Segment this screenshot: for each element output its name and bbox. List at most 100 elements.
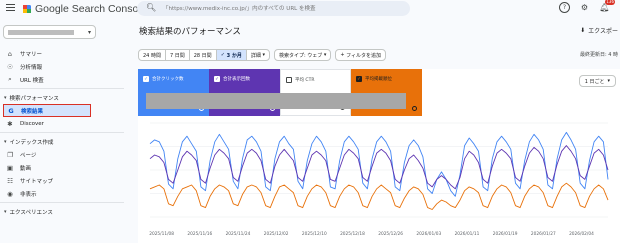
chevron-down-icon: ▾ — [87, 29, 91, 36]
page-title: 検索結果のパフォーマンス — [139, 27, 241, 37]
sidebar-item[interactable]: G 検索結果 — [3, 104, 91, 117]
sidebar-item[interactable]: ⌕ URL 検査 — [0, 73, 132, 86]
sidebar-nav: ⌂ サマリー ☉ 分析情報 ⌕ URL 検査 ▾ 検索パフォーマンス G 検索結果 ✱ Discove… — [0, 47, 132, 218]
redacted-values — [146, 93, 406, 109]
download-icon: ⬇ — [580, 27, 586, 34]
chip-24h[interactable]: 24 時間 — [138, 49, 166, 61]
series-line-2 — [149, 182, 609, 210]
chip-28d[interactable]: 28 日間 — [188, 49, 217, 61]
url-inspect-search[interactable]: 🔍︎ — [137, 1, 410, 16]
search-console-logo-icon — [22, 4, 32, 14]
sidebar-item[interactable]: ✱ Discover — [0, 117, 132, 130]
chip-7d[interactable]: 7 日間 — [164, 49, 190, 61]
checkbox-checked-icon: ✓ — [356, 76, 362, 82]
performance-card: ✓ 合計クリック数 ✓ 合計表示回数 平均 CTR ✓ 平均掲載順位 1 日ごと ▾ 2… — [138, 69, 620, 243]
metric-label: 合計表示回数 — [223, 77, 250, 82]
x-tick-label: 2025/11/24 — [226, 231, 251, 237]
sidebar-item-label: サマリー — [20, 51, 43, 58]
caret-down-icon: ▾ — [4, 94, 7, 101]
account-settings-icon[interactable]: ⚙ — [579, 2, 590, 13]
sidebar-item-label: 検索結果 — [21, 108, 44, 115]
property-name-redacted — [8, 30, 74, 35]
sidebar-divider — [0, 88, 124, 89]
x-tick-label: 2026/02/04 — [569, 231, 594, 237]
video-icon: ▣ — [6, 163, 14, 172]
asterisk-icon: ✱ — [7, 119, 13, 128]
chip-custom-label: 詳細 — [250, 52, 261, 59]
chip-custom[interactable]: 詳細 ▾ — [245, 49, 270, 61]
checkbox-checked-icon: ✓ — [214, 76, 220, 82]
x-tick-label: 2025/12/26 — [378, 231, 403, 237]
property-selector[interactable]: ▾ — [3, 25, 96, 39]
chevron-down-icon: ▾ — [260, 52, 265, 58]
x-tick-label: 2026/01/27 — [531, 231, 556, 237]
sidebar-item-label: ページ — [20, 152, 37, 159]
search-type-label: 検索タイプ: ウェブ — [278, 52, 323, 59]
home-icon: ⌂ — [7, 49, 13, 58]
chevron-down-icon: ▾ — [322, 52, 327, 58]
sidebar-item[interactable]: ◉ 非表示 — [0, 187, 132, 200]
sidebar-item[interactable]: ▣ 動画 — [0, 161, 132, 174]
sidebar-item-label: Discover — [20, 120, 44, 127]
sidebar-divider — [0, 132, 124, 133]
add-filter-button[interactable]: + フィルタを追加 — [335, 49, 387, 61]
chip-3m-label: 3 か月 — [226, 52, 242, 59]
page-icon: ❐ — [7, 150, 13, 159]
x-tick-label: 2026/01/03 — [416, 231, 441, 237]
last-updated: 最終更新日: 4 時 — [579, 52, 618, 58]
google-g-icon: G — [8, 106, 14, 115]
sitemap-icon: ☷ — [7, 176, 13, 185]
add-filter-label: フィルタを追加 — [346, 52, 382, 59]
chip-3m[interactable]: ✓ 3 か月 — [215, 49, 247, 61]
notifications-icon[interactable]: 🔔︎ 136 — [599, 0, 615, 13]
checkbox-checked-icon: ✓ — [143, 76, 149, 82]
export-button[interactable]: ⬇ エクスポー — [580, 26, 618, 35]
period-select[interactable]: 1 日ごと ▾ — [578, 75, 616, 87]
help-icon[interactable]: ? — [559, 2, 570, 13]
main-content: 検索結果のパフォーマンス ⬇ エクスポー 24 時間 7 日間 28 日間 ✓ … — [136, 19, 620, 243]
checkbox-unchecked-icon — [286, 77, 292, 83]
sidebar-item-label: 非表示 — [20, 191, 37, 198]
x-tick-label: 2025/11/08 — [149, 231, 174, 237]
x-tick-label: 2025/11/16 — [187, 231, 212, 237]
sidebar-item-label: 動画 — [20, 165, 32, 172]
search-type-chip[interactable]: 検索タイプ: ウェブ ▾ — [273, 49, 332, 61]
metric-label: 平均掲載順位 — [365, 77, 392, 82]
x-tick-label: 2025/12/02 — [264, 231, 289, 237]
x-tick-label: 2026/01/11 — [455, 231, 480, 237]
sidebar-section-label: エクスペリエンス — [9, 209, 53, 216]
sidebar-divider — [0, 202, 124, 203]
app-name: Google Search Console — [35, 3, 147, 15]
caret-down-icon: ▾ — [4, 138, 7, 145]
filter-bar: 24 時間 7 日間 28 日間 ✓ 3 か月 詳細 ▾ 検索タイプ: ウェブ … — [138, 49, 390, 61]
notification-badge: 136 — [605, 0, 615, 5]
top-bar: Google Search Console 🔍︎ ? ⚙ 🔔︎136 — [0, 0, 620, 19]
sidebar-item[interactable]: ❐ ページ — [0, 148, 132, 161]
sidebar-section-label: 検索パフォーマンス — [9, 95, 59, 102]
period-label: 1 日ごと — [584, 78, 605, 85]
sidebar-item-label: URL 検査 — [20, 77, 44, 84]
sidebar: ▾ ⌂ サマリー ☉ 分析情報 ⌕ URL 検査 ▾ 検索パフォーマンス G 検索結果 ✱ Disco… — [0, 19, 132, 243]
sidebar-section[interactable]: ▾ 検索パフォーマンス — [0, 91, 132, 104]
metric-label: 合計クリック数 — [152, 77, 184, 82]
search-icon: 🔍︎ — [146, 3, 157, 12]
caret-down-icon: ▾ — [4, 208, 7, 215]
x-tick-label: 2025/12/18 — [340, 231, 365, 237]
sidebar-section[interactable]: ▾ エクスペリエンス — [0, 205, 132, 218]
search-icon: ⌕ — [8, 75, 12, 83]
x-tick-label: 2026/01/19 — [493, 231, 518, 237]
top-icons: ? ⚙ 🔔︎ 136 — [559, 0, 615, 13]
search-input[interactable] — [163, 2, 403, 15]
lightbulb-icon: ☉ — [7, 62, 13, 71]
logo[interactable]: Google Search Console — [22, 2, 147, 16]
help-icon[interactable] — [412, 106, 417, 111]
eye-off-icon: ◉ — [7, 189, 13, 198]
export-label: エクスポー — [588, 28, 618, 35]
sidebar-item[interactable]: ☷ サイトマップ — [0, 174, 132, 187]
sidebar-item-label: 分析情報 — [20, 64, 43, 71]
sidebar-section[interactable]: ▾ インデックス作成 — [0, 135, 132, 148]
chevron-down-icon: ▾ — [607, 78, 610, 84]
menu-icon[interactable] — [6, 4, 15, 13]
sidebar-item[interactable]: ⌂ サマリー — [0, 47, 132, 60]
sidebar-item[interactable]: ☉ 分析情報 — [0, 60, 132, 73]
